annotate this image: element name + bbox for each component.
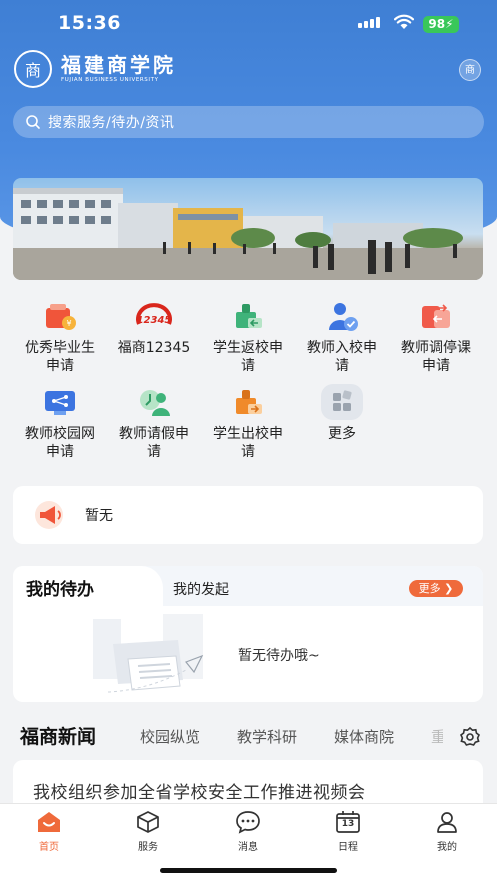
service-excellent-graduate[interactable]: ¥ 优秀毕业生 申请 [13,298,107,375]
cellular-signal-icon [358,17,380,28]
battery-indicator: 98⚡ [423,16,459,33]
news-headline: 我校组织参加全省学校安全工作推进视频会 [33,783,366,803]
service-student-return[interactable]: 学生返校申请 [201,298,295,375]
university-emblem-icon: 商 [14,50,52,88]
todo-tabs: 我的待办 我的发起 更多 ❯ [13,566,483,606]
tab-my-initiated[interactable]: 我的发起 [173,579,229,599]
student-return-icon [230,298,266,334]
university-name: 福建商学院 [61,53,176,77]
svg-text:12345: 12345 [137,315,172,326]
status-time: 15:36 [58,12,121,34]
tab-schedule[interactable]: 13 日程 [318,810,378,853]
news-section-title: 福商新闻 [20,726,97,748]
user-icon [437,812,457,833]
more-apps-icon [321,384,363,420]
service-class-reschedule[interactable]: 教师调停课 申请 [389,298,483,375]
service-more[interactable]: 更多 [295,384,389,443]
tab-messages[interactable]: 消息 [218,810,278,853]
campus-banner[interactable] [13,178,483,280]
student-exit-icon [230,384,266,420]
university-name-en: FUJIAN BUSINESS UNIVERSITY [61,77,159,83]
class-reschedule-icon [418,298,454,334]
teacher-leave-icon [136,384,172,420]
search-bar[interactable]: 搜索服务/待办/资讯 [13,106,484,138]
news-tab-research[interactable]: 教学科研 [237,726,297,747]
svg-text:¥: ¥ [66,319,71,328]
campus-network-icon [42,384,78,420]
wifi-icon [394,14,414,29]
notice-bar[interactable]: 暂无 [13,486,483,544]
news-tab-media[interactable]: 媒体商院 [334,726,394,747]
news-tab-truncated[interactable]: 重 [431,726,443,747]
service-hotline-12345[interactable]: 12345 福商12345 [107,298,201,357]
teacher-entry-icon [324,298,360,334]
news-tab-campus[interactable]: 校园纵览 [140,726,200,747]
cube-icon [137,811,159,833]
school-badge-button[interactable]: 商 [459,59,481,81]
todo-card: 我的待办 我的发起 更多 ❯ 暂无待办哦~ [13,566,483,702]
empty-todo-text: 暂无待办哦~ [238,648,320,664]
notice-text: 暂无 [85,508,113,524]
todo-more-button[interactable]: 更多 ❯ [409,580,463,597]
service-teacher-leave[interactable]: 教师请假申请 [107,384,201,461]
calendar-date: 13 [341,819,355,829]
search-placeholder: 搜索服务/待办/资讯 [48,115,175,131]
tab-services[interactable]: 服务 [118,810,178,853]
graduate-award-icon: ¥ [42,298,78,334]
gear-icon[interactable] [459,726,481,748]
empty-state-illustration [93,614,204,693]
home-indicator [160,868,337,873]
service-student-exit[interactable]: 学生出校申请 [201,384,295,461]
megaphone-icon [35,501,63,529]
service-campus-network[interactable]: 教师校园网 申请 [13,384,107,461]
tab-profile[interactable]: 我的 [417,810,477,853]
university-logo: 商 福建商学院 FUJIAN BUSINESS UNIVERSITY 商 [14,50,484,88]
service-teacher-entry[interactable]: 教师入校申请 [295,298,389,375]
message-icon [236,811,260,834]
tab-my-todo[interactable]: 我的待办 [13,566,163,606]
news-section-header: 福商新闻 校园纵览 教学科研 媒体商院 重 [13,716,483,752]
campus-photo [13,188,483,280]
home-icon [38,812,60,832]
status-bar: 15:36 98⚡ [0,0,497,46]
tab-home[interactable]: 首页 [19,810,79,853]
hotline-12345-icon: 12345 [133,298,175,334]
search-icon [26,115,40,129]
